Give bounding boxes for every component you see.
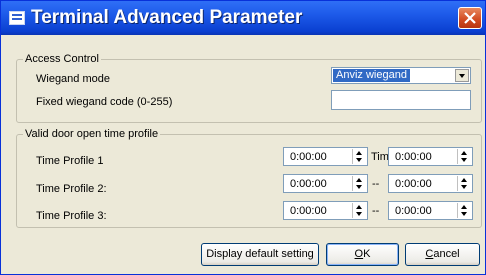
window-icon <box>9 11 25 25</box>
spin-arrows-icon[interactable] <box>457 149 471 164</box>
time-profile-3-label: Time Profile 3: <box>36 210 107 222</box>
fixed-code-label: Fixed wiegand code (0-255) <box>36 96 173 108</box>
wiegand-mode-label: Wiegand mode <box>36 73 110 85</box>
wiegand-mode-select[interactable]: Anviz wiegand <box>331 67 471 84</box>
window-title: Terminal Advanced Parameter <box>31 7 303 28</box>
title-bar[interactable]: Terminal Advanced Parameter <box>1 1 485 35</box>
fixed-code-input[interactable] <box>331 90 471 110</box>
time-profile-1-end[interactable]: 0:00:00 <box>388 147 473 166</box>
time-profile-1-separator: Tim <box>371 151 389 163</box>
spin-arrows-icon[interactable] <box>457 176 471 191</box>
time-profile-2-label: Time Profile 2: <box>36 183 107 195</box>
close-button[interactable] <box>458 7 482 29</box>
time-profile-1-start[interactable]: 0:00:00 <box>283 147 368 166</box>
time-profile-1-label: Time Profile 1 <box>36 155 104 167</box>
wiegand-mode-value: Anviz wiegand <box>333 69 410 82</box>
spin-arrows-icon[interactable] <box>352 176 366 191</box>
door-time-profile-title: Valid door open time profile <box>23 127 161 141</box>
ok-button[interactable]: OK <box>326 243 399 266</box>
time-profile-3-start[interactable]: 0:00:00 <box>283 201 368 220</box>
access-control-title: Access Control <box>23 52 101 66</box>
dialog-window: Terminal Advanced Parameter Access Contr… <box>0 0 486 275</box>
close-icon <box>464 12 476 24</box>
time-profile-2-separator: -- <box>372 178 380 190</box>
spin-arrows-icon[interactable] <box>352 203 366 218</box>
spin-arrows-icon[interactable] <box>457 203 471 218</box>
dropdown-arrow-icon[interactable] <box>455 69 469 82</box>
time-profile-2-end[interactable]: 0:00:00 <box>388 174 473 193</box>
time-profile-3-separator: -- <box>372 205 380 217</box>
display-default-button[interactable]: Display default setting <box>201 243 319 266</box>
time-profile-3-end[interactable]: 0:00:00 <box>388 201 473 220</box>
spin-arrows-icon[interactable] <box>352 149 366 164</box>
cancel-button[interactable]: Cancel <box>405 243 480 266</box>
time-profile-2-start[interactable]: 0:00:00 <box>283 174 368 193</box>
